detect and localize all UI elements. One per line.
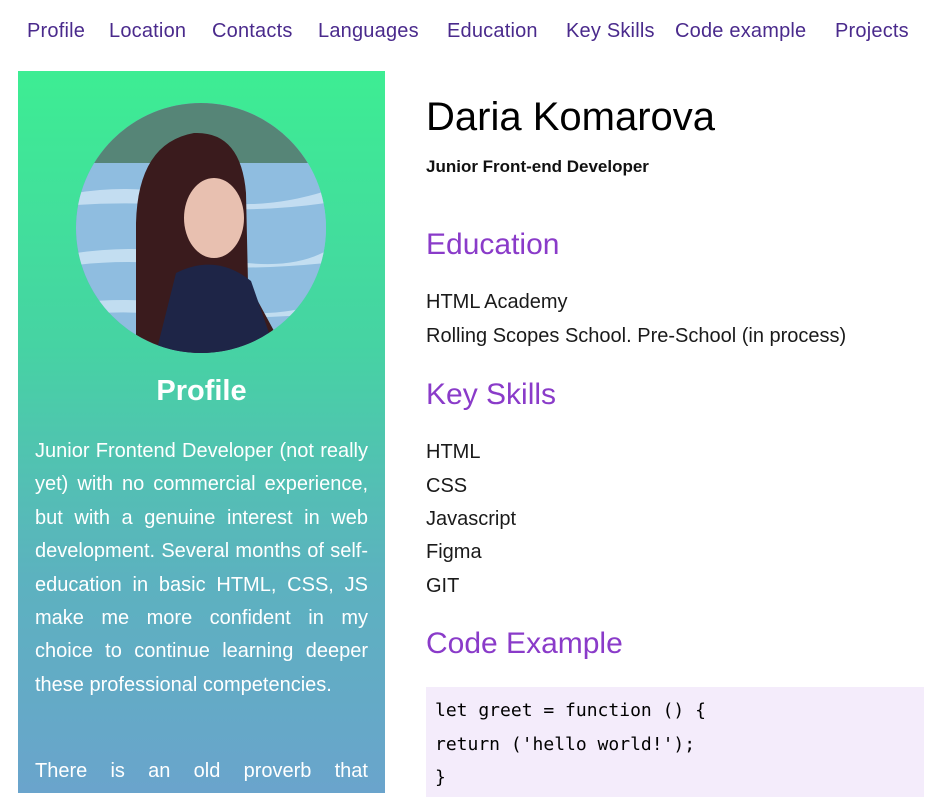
code-line: let greet = function () {: [435, 700, 706, 721]
profile-sidebar: Profile Junior Frontend Developer (not r…: [18, 71, 385, 793]
profile-description: Junior Frontend Developer (not really ye…: [35, 440, 368, 696]
nav-link-contacts[interactable]: Contacts: [212, 20, 293, 43]
skill-item: GIT: [426, 575, 460, 597]
skill-item: Figma: [426, 541, 482, 563]
code-block: let greet = function () { return ('hello…: [426, 687, 924, 797]
profile-description-continued: There is an old proverb that: [35, 760, 368, 782]
avatar: [76, 103, 326, 353]
code-line: return ('hello world!');: [435, 734, 696, 755]
skill-item: CSS: [426, 475, 468, 497]
education-item: HTML Academy: [426, 291, 568, 313]
code-example-heading: Code Example: [426, 627, 623, 660]
key-skills-heading: Key Skills: [426, 378, 557, 411]
avatar-photo: [76, 103, 326, 353]
education-heading: Education: [426, 228, 560, 261]
skill-item: HTML: [426, 441, 481, 463]
person-name: Daria Komarova: [426, 95, 716, 139]
code-line: }: [435, 767, 446, 788]
nav-link-location[interactable]: Location: [109, 20, 186, 43]
education-item: Rolling Scopes School. Pre-School (in pr…: [426, 325, 847, 347]
skill-item: Javascript: [426, 508, 517, 530]
job-title: Junior Front-end Developer: [426, 157, 649, 176]
sidebar-title: Profile: [156, 375, 247, 407]
nav-link-languages[interactable]: Languages: [318, 20, 419, 43]
nav-link-profile[interactable]: Profile: [27, 20, 85, 43]
main-content: Daria Komarova Junior Front-end Develope…: [426, 0, 926, 797]
